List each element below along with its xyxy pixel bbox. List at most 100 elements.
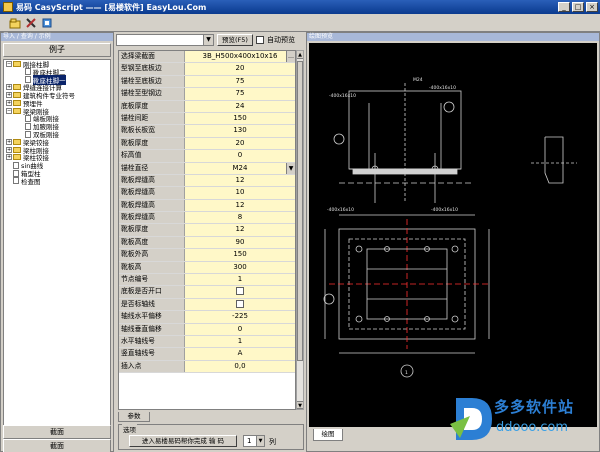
parameter-row: 靴板厚度 12: [119, 224, 295, 237]
section-button-1[interactable]: 截面: [3, 425, 111, 439]
tree-item[interactable]: 箱型柱: [4, 169, 110, 178]
parameter-value[interactable]: 20: [185, 63, 295, 75]
parameter-value[interactable]: 130: [185, 125, 295, 137]
expand-icon[interactable]: +: [6, 138, 12, 145]
parameter-value[interactable]: 1: [185, 335, 295, 348]
toolbar: [0, 14, 600, 32]
collapse-icon[interactable]: −: [6, 60, 12, 67]
parameter-value-text: 24: [235, 101, 245, 110]
parameter-value[interactable]: 10: [185, 187, 295, 199]
section-button-2[interactable]: 截面: [3, 439, 111, 452]
generate-button[interactable]: 进入易楼易码帮你完成 输 码: [129, 435, 237, 447]
expand-icon[interactable]: +: [6, 99, 12, 106]
tree-item[interactable]: + 预埋件: [4, 99, 110, 108]
svg-text:M24: M24: [413, 77, 423, 83]
expand-icon[interactable]: +: [6, 84, 12, 91]
examples-panel: 导入 / 查询 / 示例 例子 − 刚接柱脚 靴座柱脚二 靴座柱脚一 + 焊缝连接计算 + 建…: [0, 32, 114, 452]
parameter-label: 靴板厚度: [119, 224, 185, 236]
template-combo[interactable]: ▼: [116, 34, 214, 46]
tree-item[interactable]: + 建筑构件专业符号: [4, 91, 110, 100]
folder-icon: [13, 60, 21, 67]
auto-preview-checkbox[interactable]: [255, 36, 264, 44]
tab-drawing[interactable]: 绘图: [313, 429, 343, 441]
ellipsis-icon[interactable]: …: [286, 51, 295, 62]
tree-item[interactable]: + 梁柱铰接: [4, 154, 110, 162]
parameter-value[interactable]: M24 ▼: [185, 162, 295, 174]
maximize-button[interactable]: □: [572, 2, 584, 12]
tools-icon[interactable]: [24, 16, 38, 30]
tree-item[interactable]: + 梁柱刚接: [4, 146, 110, 155]
parameter-value[interactable]: 75: [185, 88, 295, 100]
title-bar: 易码 CasyScript —— [易楼软件] EasyLou.Com _ □ …: [0, 0, 600, 14]
parameter-value[interactable]: 150: [185, 112, 295, 125]
parameter-value[interactable]: 0: [185, 150, 295, 162]
parameter-value[interactable]: 75: [185, 75, 295, 88]
parameter-value-text: 1: [237, 336, 243, 345]
parameter-value[interactable]: 150: [185, 249, 295, 261]
parameter-value[interactable]: A: [185, 348, 295, 360]
parameter-label: 轴线水平偏移: [119, 311, 185, 323]
grid-scrollbar[interactable]: ▲ ▼: [296, 50, 304, 410]
tree-item[interactable]: 双板刚接: [4, 130, 110, 139]
parameter-value[interactable]: 8: [185, 212, 295, 224]
parameter-label: 靴板焊缝高: [119, 212, 185, 224]
scroll-down-icon[interactable]: ▼: [297, 401, 303, 409]
parameter-value[interactable]: 300: [185, 261, 295, 274]
parameter-value[interactable]: 20: [185, 137, 295, 150]
parameter-label: 选择梁截面: [119, 51, 185, 63]
parameter-value[interactable]: 12: [185, 224, 295, 236]
parameter-value-text: 3B_H500x400x10x16: [202, 52, 278, 60]
chevron-down-icon[interactable]: ▼: [256, 436, 264, 446]
tree-item[interactable]: sin曲线: [4, 161, 110, 170]
parameter-value-text: 0: [237, 151, 243, 160]
preview-button[interactable]: 预览(F5): [217, 34, 253, 46]
parameter-checkbox[interactable]: [236, 299, 244, 308]
parameter-value[interactable]: 1: [185, 274, 295, 286]
svg-text:-400x16x10: -400x16x10: [329, 93, 356, 99]
watermark-url: ddooo.com: [496, 420, 569, 435]
tree-item[interactable]: 检查图: [4, 177, 110, 186]
parameter-value[interactable]: 12: [185, 199, 295, 212]
parameter-row: 选择梁截面 3B_H500x400x10x16 …: [119, 51, 295, 64]
tree-item-label: 检查图: [21, 177, 41, 186]
parameter-value[interactable]: [185, 298, 295, 311]
expand-icon[interactable]: +: [6, 154, 12, 161]
minimize-button[interactable]: _: [558, 2, 570, 12]
build-icon[interactable]: [40, 16, 54, 30]
parameter-value[interactable]: -225: [185, 311, 295, 323]
parameter-value[interactable]: 3B_H500x400x10x16 …: [185, 51, 295, 63]
chevron-down-icon[interactable]: ▼: [203, 35, 213, 45]
parameter-label: 靴板外高: [119, 249, 185, 261]
parameter-value[interactable]: 90: [185, 236, 295, 249]
options-group: 选项 进入易楼易码帮你完成 输 码 1 ▼ 列: [118, 424, 304, 450]
parameter-label: 轴线垂直偏移: [119, 323, 185, 335]
collapse-icon[interactable]: −: [6, 107, 12, 114]
column-count-stepper[interactable]: 1 ▼: [243, 435, 265, 447]
close-button[interactable]: ×: [586, 2, 598, 12]
parameter-value[interactable]: 24: [185, 100, 295, 112]
svg-text:-400x16x10: -400x16x10: [327, 207, 354, 213]
expand-icon[interactable]: +: [6, 92, 12, 99]
tree-item[interactable]: + 梁梁铰接: [4, 138, 110, 147]
parameter-value[interactable]: 0: [185, 323, 295, 335]
tab-parameters[interactable]: 参数: [118, 412, 150, 422]
parameter-row: 靴板焊缝高 10: [119, 187, 295, 200]
open-icon[interactable]: [8, 16, 22, 30]
parameter-row: 型钢至底板边 20: [119, 63, 295, 76]
parameter-value[interactable]: [185, 286, 295, 298]
scroll-up-icon[interactable]: ▲: [297, 51, 303, 59]
drawing-canvas[interactable]: -400x16x10 M24 -400x16x10 -400x16x10 1 -…: [309, 43, 597, 427]
parameter-row: 底板是否开口: [119, 286, 295, 299]
tab-examples[interactable]: 例子: [3, 43, 111, 57]
panel-caption: 导入 / 查询 / 示例: [1, 33, 113, 41]
parameter-row: 是否标轴线: [119, 298, 295, 312]
parameter-checkbox[interactable]: [236, 287, 244, 296]
chevron-down-icon[interactable]: ▼: [286, 162, 295, 174]
example-tree[interactable]: − 刚接柱脚 靴座柱脚二 靴座柱脚一 + 焊缝连接计算 + 建筑构件专业符号 + 预埋件 − 梁梁刚接…: [3, 59, 111, 437]
parameter-value[interactable]: 12: [185, 174, 295, 187]
expand-icon[interactable]: +: [6, 146, 12, 153]
drawing-caption: 绘图预览: [307, 33, 599, 41]
scroll-thumb[interactable]: [297, 61, 303, 361]
parameter-value-text: 1: [237, 275, 243, 284]
parameter-value[interactable]: 0,0: [185, 360, 295, 373]
